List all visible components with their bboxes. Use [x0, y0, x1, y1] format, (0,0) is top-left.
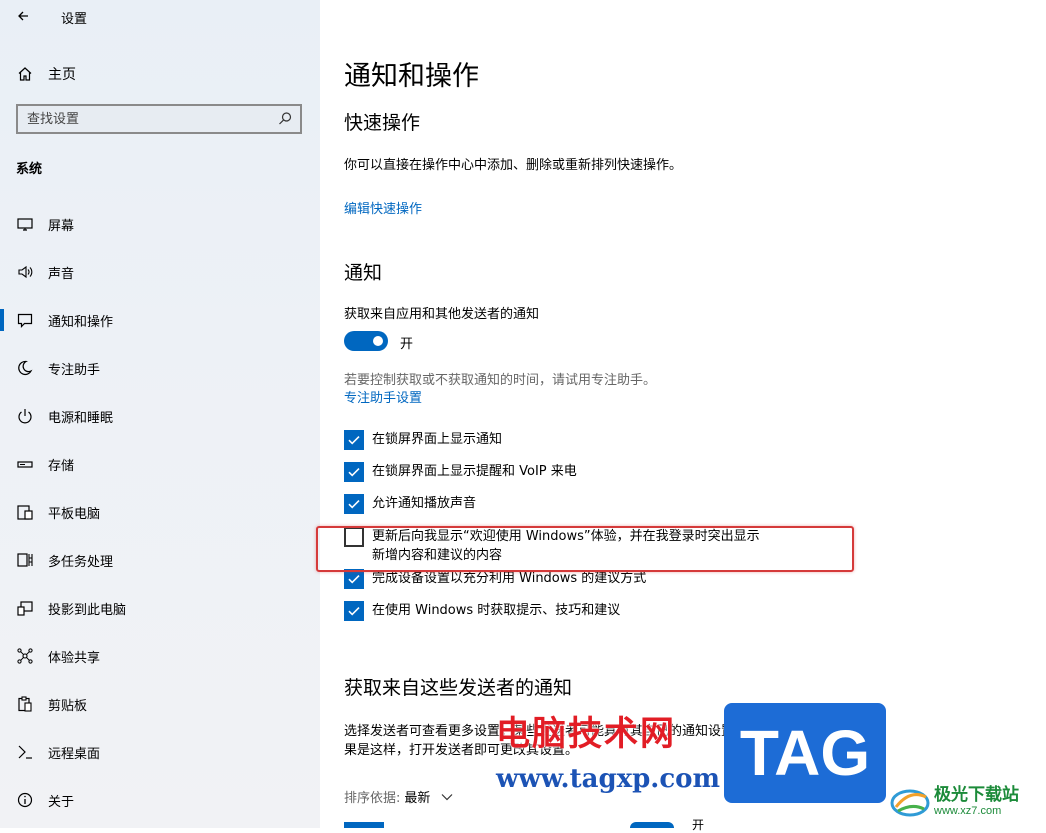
- senders-heading: 获取来自这些发送者的通知: [344, 677, 573, 699]
- tablet-icon: [16, 503, 34, 521]
- sort-label: 排序依据:: [344, 791, 401, 806]
- sidebar-item-label: 电源和睡眠: [48, 410, 114, 426]
- moon-icon: [16, 359, 34, 377]
- sidebar-item-clipboard[interactable]: 剪贴板: [0, 680, 320, 728]
- watermark-site: 极光下载站 www.xz7.com: [888, 778, 1044, 824]
- checkmark-icon: [348, 436, 360, 445]
- search-icon[interactable]: [274, 108, 296, 130]
- sidebar-item-label: 关于: [48, 794, 75, 810]
- multitask-icon: [16, 551, 34, 569]
- remote-icon: [16, 743, 34, 761]
- sender-app-icon: [344, 822, 384, 828]
- sidebar-item-remote-desktop[interactable]: 远程桌面: [0, 728, 320, 776]
- checkbox-lockscreen-reminders[interactable]: [344, 462, 364, 482]
- notifications-toggle-state: 开: [400, 337, 414, 352]
- sidebar-item-label: 专注助手: [48, 362, 101, 378]
- quick-actions-heading: 快速操作: [344, 112, 421, 134]
- watermark-url: www.tagxp.com: [496, 764, 721, 794]
- page-title: 通知和操作: [344, 61, 479, 92]
- checkmark-icon: [348, 468, 360, 477]
- checkmark-icon: [348, 607, 360, 616]
- sidebar-item-label: 体验共享: [48, 650, 101, 666]
- share-icon: [16, 647, 34, 665]
- home-icon: [18, 67, 32, 81]
- notifications-toggle[interactable]: [344, 331, 388, 351]
- checkmark-icon: [348, 500, 360, 509]
- sidebar-item-label: 远程桌面: [48, 746, 101, 762]
- checkbox-label: 允许通知播放声音: [372, 496, 477, 511]
- sort-dropdown[interactable]: 排序依据: 最新: [344, 787, 454, 806]
- info-icon: [16, 791, 34, 809]
- checkbox-finish-setup[interactable]: [344, 569, 364, 589]
- quick-actions-description: 你可以直接在操作中心中添加、删除或重新排列快速操作。: [344, 158, 683, 173]
- sidebar-item-display[interactable]: 屏幕: [0, 200, 320, 248]
- sidebar-item-label: 声音: [48, 266, 75, 282]
- sidebar-item-label: 多任务处理: [48, 554, 114, 570]
- sidebar-item-tablet[interactable]: 平板电脑: [0, 488, 320, 536]
- sender-toggle-state: 开: [692, 818, 705, 832]
- checkbox-lockscreen-notifications[interactable]: [344, 430, 364, 450]
- checkbox-label: 在锁屏界面上显示提醒和 VoIP 来电: [372, 464, 577, 479]
- focus-assist-hint: 若要控制获取或不获取通知的时间，请试用专注助手。: [344, 373, 657, 388]
- checkbox-tips[interactable]: [344, 601, 364, 621]
- sidebar-item-notifications[interactable]: 通知和操作: [0, 296, 320, 344]
- main-content: 通知和操作 快速操作 你可以直接在操作中心中添加、删除或重新排列快速操作。 编辑…: [320, 0, 1046, 832]
- sidebar-item-label: 平板电脑: [48, 506, 101, 522]
- highlight-box: [316, 526, 854, 572]
- watermark-tag-logo: TAG: [724, 703, 886, 803]
- edit-quick-actions-link[interactable]: 编辑快速操作: [344, 198, 422, 217]
- sidebar-item-multitasking[interactable]: 多任务处理: [0, 536, 320, 584]
- checkmark-icon: [348, 575, 360, 584]
- focus-assist-settings-link[interactable]: 专注助手设置: [344, 387, 422, 406]
- notification-icon: [16, 311, 34, 329]
- sidebar-item-label: 存储: [48, 458, 75, 474]
- checkbox-row-finish-setup[interactable]: 完成设备设置以充分利用 Windows 的建议方式: [344, 569, 646, 589]
- watermark-cn-text: 电脑技术网: [496, 714, 676, 754]
- checkbox-row-notification-sounds[interactable]: 允许通知播放声音: [344, 494, 476, 514]
- back-arrow-icon[interactable]: [12, 4, 36, 28]
- notifications-heading: 通知: [344, 262, 383, 284]
- sidebar-item-focus-assist[interactable]: 专注助手: [0, 344, 320, 392]
- notifications-toggle-title: 获取来自应用和其他发送者的通知: [344, 307, 540, 322]
- sidebar-item-storage[interactable]: 存储: [0, 440, 320, 488]
- watermark-site-url: www.xz7.com: [934, 805, 1002, 817]
- sidebar-item-label: 剪贴板: [48, 698, 88, 714]
- speaker-icon: [16, 263, 34, 281]
- sidebar-home[interactable]: 主页: [16, 62, 76, 86]
- watermark-site-name: 极光下载站: [934, 785, 1019, 805]
- search-box[interactable]: [16, 104, 302, 134]
- power-icon: [16, 407, 34, 425]
- aurora-logo-icon: [890, 789, 930, 817]
- sidebar: 设置 主页 系统 屏幕 声音 通知: [0, 0, 320, 828]
- window-title: 设置: [61, 12, 88, 27]
- sidebar-item-label: 通知和操作: [48, 314, 114, 330]
- sidebar-item-shared-experience[interactable]: 体验共享: [0, 632, 320, 680]
- monitor-icon: [16, 215, 34, 233]
- sidebar-item-label: 投影到此电脑: [48, 602, 127, 618]
- sidebar-item-project[interactable]: 投影到此电脑: [0, 584, 320, 632]
- sender-toggle[interactable]: [630, 822, 674, 828]
- sidebar-item-label: 屏幕: [48, 218, 75, 234]
- checkbox-row-lockscreen-reminders[interactable]: 在锁屏界面上显示提醒和 VoIP 来电: [344, 462, 577, 482]
- checkbox-label: 在锁屏界面上显示通知: [372, 432, 503, 447]
- chevron-down-icon: [441, 793, 453, 800]
- sidebar-item-power[interactable]: 电源和睡眠: [0, 392, 320, 440]
- checkbox-label: 在使用 Windows 时获取提示、技巧和建议: [372, 603, 621, 618]
- storage-icon: [16, 455, 34, 473]
- sidebar-section-label: 系统: [16, 162, 43, 177]
- checkbox-notification-sounds[interactable]: [344, 494, 364, 514]
- sidebar-nav: 屏幕 声音 通知和操作 专注助手 电源和睡眠 存储 平板电脑 多任务处理 投影到…: [0, 200, 320, 824]
- clipboard-icon: [16, 695, 34, 713]
- sidebar-item-about[interactable]: 关于: [0, 776, 320, 824]
- sidebar-item-sound[interactable]: 声音: [0, 248, 320, 296]
- project-icon: [16, 599, 34, 617]
- checkbox-row-lockscreen-notifications[interactable]: 在锁屏界面上显示通知: [344, 430, 502, 450]
- sort-value: 最新: [404, 791, 431, 806]
- sidebar-home-label: 主页: [48, 67, 76, 83]
- checkbox-row-tips[interactable]: 在使用 Windows 时获取提示、技巧和建议: [344, 601, 620, 621]
- toggle-knob: [373, 336, 383, 346]
- search-input[interactable]: [18, 110, 274, 128]
- watermark-site-text: 极光下载站 www.xz7.com: [934, 785, 1019, 817]
